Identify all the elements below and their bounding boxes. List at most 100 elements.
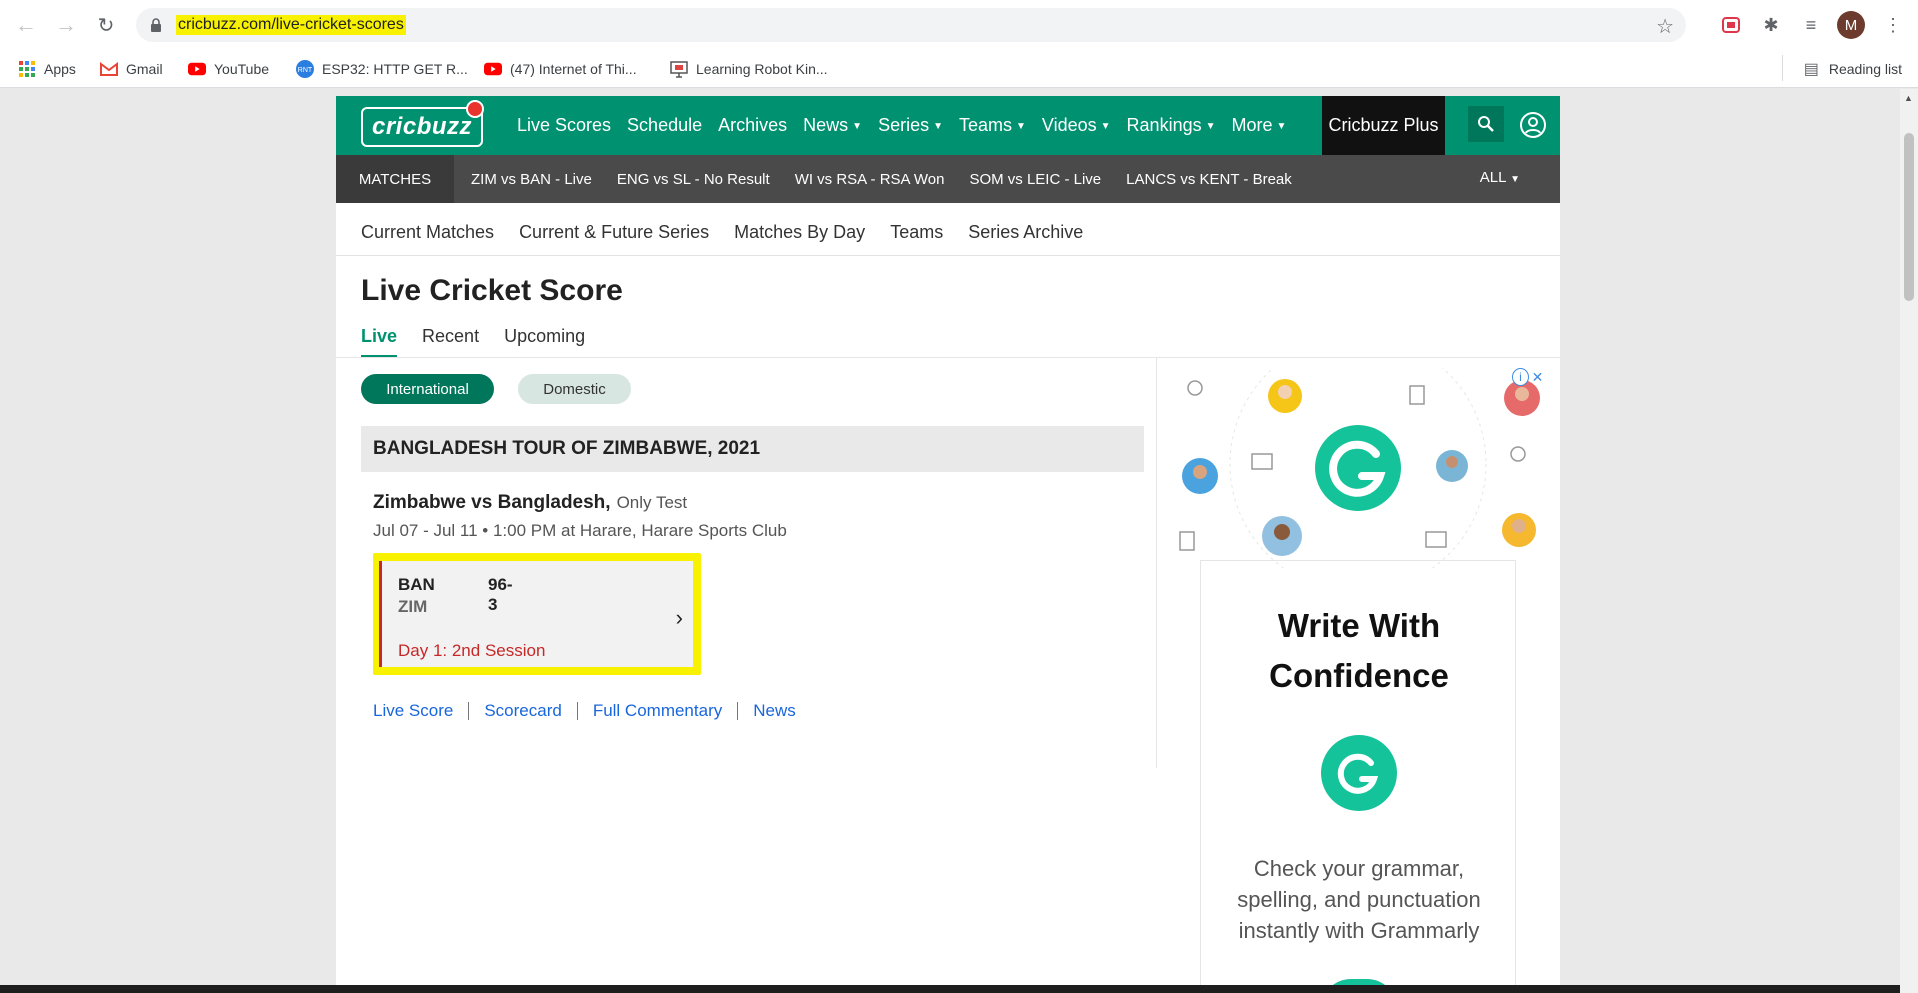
nav-live-scores[interactable]: Live Scores <box>517 115 611 136</box>
caret-down-icon: ▼ <box>1100 121 1111 132</box>
apps-grid-icon <box>18 60 36 78</box>
site-header: cricbuzz Live Scores Schedule Archives N… <box>336 96 1560 155</box>
nav-more[interactable]: More ▼ <box>1232 115 1287 136</box>
subnav-current-matches[interactable]: Current Matches <box>361 222 494 243</box>
scorecard-link[interactable]: Scorecard <box>484 701 561 721</box>
ticker-items: ZIM vs BAN - Live ENG vs SL - No Result … <box>471 155 1317 203</box>
bookmark-apps[interactable]: Apps <box>18 59 76 79</box>
live-score-link[interactable]: Live Score <box>373 701 453 721</box>
news-link[interactable]: News <box>753 701 796 721</box>
scroll-up-icon[interactable]: ▲ <box>1904 93 1913 103</box>
ticker-match[interactable]: ZIM vs BAN - Live <box>471 171 592 188</box>
ad-body-line: instantly with Grammarly <box>1238 918 1480 943</box>
back-icon[interactable]: ← <box>12 11 40 39</box>
extensions-puzzle-icon[interactable]: ✱ <box>1758 12 1784 38</box>
bookmarks-bar: Apps Gmail YouTube RNT ESP32: HTTP GET R… <box>0 50 1918 88</box>
extension-pocket-icon[interactable] <box>1718 12 1744 38</box>
youtube-icon <box>484 60 502 78</box>
team1-row: BAN 96-3 <box>398 575 513 614</box>
score-card[interactable]: BAN 96-3 ZIM Day 1: 2nd Session › <box>379 561 693 667</box>
full-commentary-link[interactable]: Full Commentary <box>593 701 722 721</box>
bookmark-star-icon[interactable]: ☆ <box>1656 14 1674 39</box>
reading-list-label: Reading list <box>1828 61 1902 77</box>
matches-label[interactable]: MATCHES <box>336 155 454 203</box>
bookmark-esp32[interactable]: RNT ESP32: HTTP GET R... <box>296 59 468 79</box>
youtube-icon <box>188 60 206 78</box>
nav-videos[interactable]: Videos ▼ <box>1042 115 1111 136</box>
bookmark-label: YouTube <box>214 61 270 77</box>
reading-list-button[interactable]: ▤ Reading list <box>1781 55 1902 81</box>
series-title[interactable]: BANGLADESH TOUR OF ZIMBABWE, 2021 <box>361 426 1144 472</box>
reload-icon[interactable]: ↻ <box>92 11 120 39</box>
tab-upcoming[interactable]: Upcoming <box>504 326 585 358</box>
nav-teams[interactable]: Teams ▼ <box>959 115 1026 136</box>
all-matches-dropdown[interactable]: ALL ▼ <box>1480 169 1520 186</box>
tab-live[interactable]: Live <box>361 326 398 358</box>
cricbuzz-page: cricbuzz Live Scores Schedule Archives N… <box>336 96 1560 993</box>
rnt-site-icon: RNT <box>296 60 314 78</box>
ad-illustration <box>1179 368 1540 568</box>
bookmark-iot[interactable]: (47) Internet of Thi... <box>484 59 637 79</box>
match-title[interactable]: Zimbabwe vs Bangladesh, Only Test <box>373 492 687 514</box>
profile-avatar[interactable]: M <box>1837 11 1865 39</box>
filter-international[interactable]: International <box>361 374 494 404</box>
subnav-by-day[interactable]: Matches By Day <box>734 222 865 243</box>
cricbuzz-plus-button[interactable]: Cricbuzz Plus <box>1322 96 1445 155</box>
team1-name: BAN <box>398 575 435 594</box>
match-type: Only Test <box>616 493 688 512</box>
nav-schedule[interactable]: Schedule <box>627 115 702 136</box>
media-queue-icon[interactable]: ≡ <box>1798 12 1824 38</box>
address-bar[interactable]: cricbuzz.com/live-cricket-scores ☆ <box>136 8 1686 42</box>
ticker-match[interactable]: ENG vs SL - No Result <box>617 171 770 188</box>
bookmark-label: ESP32: HTTP GET R... <box>322 61 468 77</box>
ad-headline-line: Confidence <box>1269 657 1449 694</box>
url-text[interactable]: cricbuzz.com/live-cricket-scores <box>176 15 406 35</box>
bookmark-youtube[interactable]: YouTube <box>188 59 269 79</box>
team1-score: 96-3 <box>488 575 513 614</box>
subnav-series[interactable]: Current & Future Series <box>519 222 709 243</box>
divider <box>737 702 739 720</box>
info-icon[interactable]: i <box>1512 368 1529 386</box>
all-label: ALL <box>1479 169 1506 186</box>
tab-recent[interactable]: Recent <box>422 326 479 358</box>
nav-series[interactable]: Series ▼ <box>878 115 943 136</box>
nav-label: News <box>803 115 849 135</box>
forward-icon[interactable]: → <box>52 11 80 39</box>
ad-headline: Write With Confidence <box>1201 601 1517 701</box>
bookmark-robot-kit[interactable]: Learning Robot Kin... <box>670 59 828 79</box>
page-scrollbar[interactable]: ▲ <box>1900 89 1918 993</box>
caret-down-icon: ▼ <box>933 121 943 132</box>
bookmark-label: (47) Internet of Thi... <box>510 61 637 77</box>
ticker-match[interactable]: WI vs RSA - RSA Won <box>795 171 945 188</box>
nav-archives[interactable]: Archives <box>718 115 787 136</box>
match-info: Jul 07 - Jul 11 • 1:00 PM at Harare, Har… <box>373 521 787 540</box>
user-account-icon[interactable] <box>1520 112 1546 138</box>
caret-down-icon: ▼ <box>852 121 863 132</box>
reading-list-icon: ▤ <box>1803 61 1819 78</box>
nav-news[interactable]: News ▼ <box>803 115 862 136</box>
subnav-teams[interactable]: Teams <box>890 222 943 243</box>
caret-down-icon: ▼ <box>1510 174 1520 185</box>
ad-body-line: Check your grammar, <box>1253 856 1465 881</box>
caret-down-icon: ▼ <box>1205 121 1216 132</box>
search-icon[interactable] <box>1468 106 1504 142</box>
ad-card[interactable]: Write With Confidence Check your grammar,… <box>1200 560 1516 993</box>
bookmark-gmail[interactable]: Gmail <box>100 59 163 79</box>
nav-rankings[interactable]: Rankings ▼ <box>1127 115 1216 136</box>
filter-domestic[interactable]: Domestic <box>518 374 631 404</box>
grammarly-ad[interactable]: i ✕ Write With Confidence Check your gram… <box>1170 368 1546 993</box>
nav-label: Series <box>878 115 930 135</box>
close-icon[interactable]: ✕ <box>1529 368 1546 386</box>
ticker-match[interactable]: LANCS vs KENT - Break <box>1126 171 1292 188</box>
scrollbar-thumb[interactable] <box>1904 133 1914 301</box>
chevron-right-icon[interactable]: › <box>676 605 683 631</box>
nav-label: Videos <box>1041 115 1097 135</box>
cricbuzz-logo[interactable]: cricbuzz <box>361 107 483 147</box>
main-nav: Live Scores Schedule Archives News ▼ Seri… <box>517 96 1302 155</box>
bookmark-label: Apps <box>44 61 76 77</box>
kebab-menu-icon[interactable]: ⋮ <box>1880 12 1906 38</box>
subnav-archive[interactable]: Series Archive <box>968 222 1083 243</box>
ticker-match[interactable]: SOM vs LEIC - Live <box>969 171 1101 188</box>
ad-headline-line: Write With <box>1277 607 1441 644</box>
column-divider <box>1156 358 1157 768</box>
